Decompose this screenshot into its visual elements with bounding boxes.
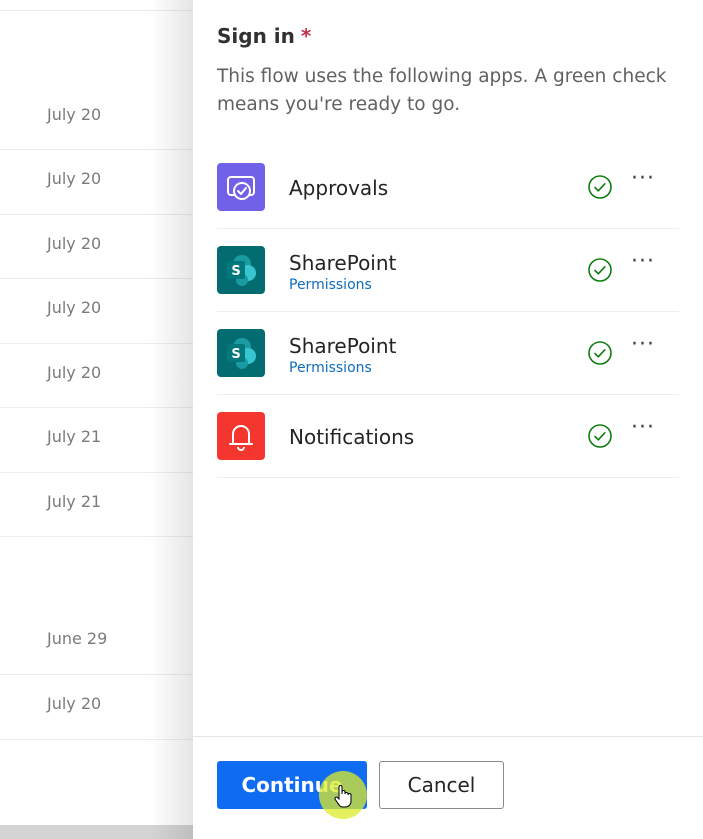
- approvals-icon: [217, 163, 265, 211]
- svg-text:S: S: [231, 347, 240, 362]
- more-options-button[interactable]: ···: [627, 417, 659, 449]
- more-options-button[interactable]: ···: [627, 334, 659, 366]
- date-text: July 20: [47, 363, 102, 382]
- title-text: Sign in: [217, 24, 295, 48]
- footer-divider: [193, 736, 703, 737]
- panel-title: Sign in *: [217, 24, 311, 48]
- date-text: July 20: [47, 169, 102, 188]
- check-icon: [588, 175, 612, 199]
- sharepoint-icon: S: [217, 329, 265, 377]
- app-row-sharepoint: S SharePoint Permissions ···: [217, 312, 679, 395]
- app-name: SharePoint: [289, 334, 397, 358]
- permissions-link[interactable]: Permissions: [289, 277, 372, 293]
- sharepoint-icon: S: [217, 246, 265, 294]
- bell-icon: [217, 412, 265, 460]
- date-text: July 20: [47, 694, 102, 713]
- date-text: July 21: [47, 427, 102, 446]
- check-icon: [588, 341, 612, 365]
- app-row-approvals: Approvals ···: [217, 146, 679, 229]
- svg-text:S: S: [231, 264, 240, 279]
- check-icon: [588, 424, 612, 448]
- panel-shadow: [150, 0, 193, 839]
- required-mark: *: [300, 24, 312, 48]
- sign-in-panel: Sign in * This flow uses the following ap…: [193, 0, 703, 839]
- date-text: June 29: [47, 629, 108, 648]
- date-text: July 21: [47, 492, 102, 511]
- app-name: SharePoint: [289, 251, 397, 275]
- check-icon: [588, 258, 612, 282]
- app-list: Approvals ··· S SharePoint Permissions ·…: [217, 146, 679, 478]
- more-options-button[interactable]: ···: [627, 168, 659, 200]
- app-row-notifications: Notifications ···: [217, 395, 679, 478]
- app-row-sharepoint: S SharePoint Permissions ···: [217, 229, 679, 312]
- hand-cursor-icon: [334, 785, 352, 808]
- more-options-button[interactable]: ···: [627, 251, 659, 283]
- permissions-link[interactable]: Permissions: [289, 360, 372, 376]
- cancel-button[interactable]: Cancel: [379, 761, 504, 809]
- panel-description: This flow uses the following apps. A gre…: [217, 66, 667, 115]
- app-name: Approvals: [289, 176, 389, 200]
- date-text: July 20: [47, 298, 102, 317]
- date-text: July 20: [47, 105, 102, 124]
- app-name: Notifications: [289, 425, 415, 449]
- date-text: July 20: [47, 234, 102, 253]
